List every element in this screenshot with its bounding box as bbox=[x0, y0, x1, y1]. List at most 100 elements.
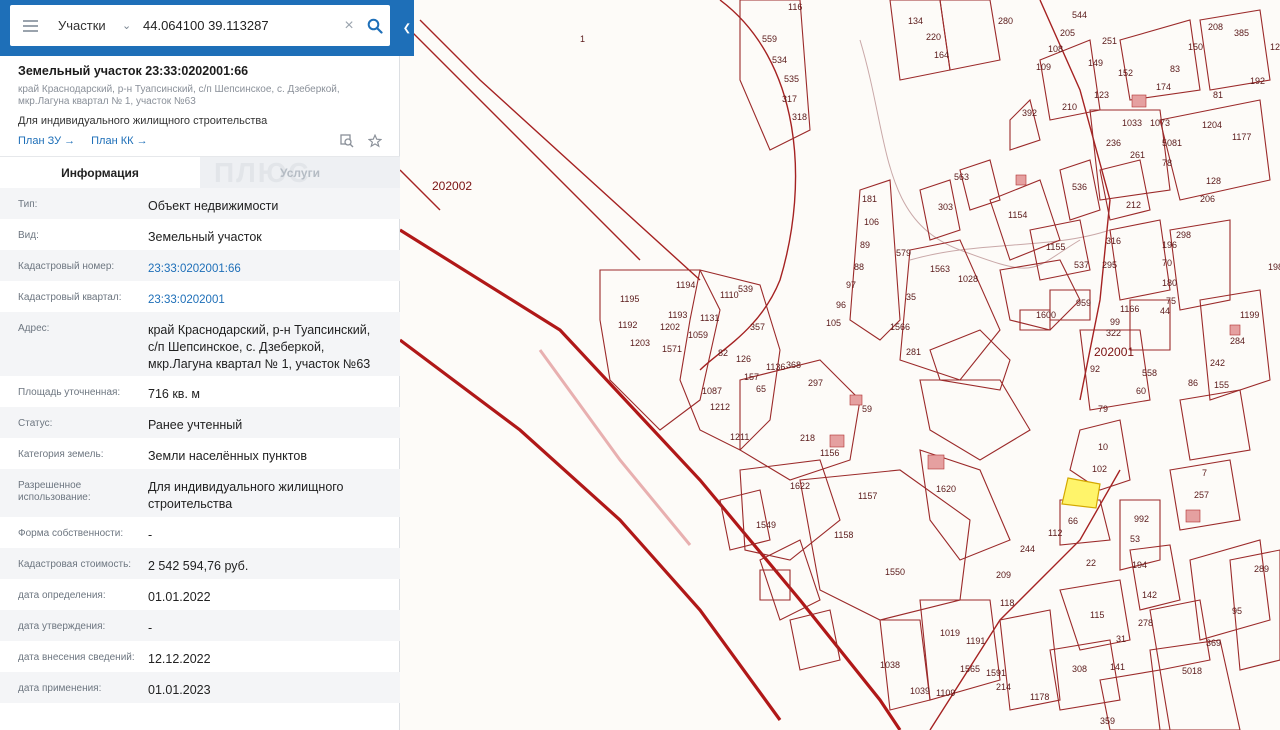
info-key: дата внесения сведений: bbox=[18, 652, 135, 663]
map-parcel[interactable] bbox=[919, 599, 1001, 701]
object-address-short: край Краснодарский, р-н Туапсинский, с/п… bbox=[18, 84, 340, 107]
parcel-label: 1156 bbox=[820, 448, 839, 458]
parcel-label: 212 bbox=[1126, 200, 1141, 210]
map-parcel[interactable] bbox=[959, 159, 1001, 211]
close-icon[interactable]: × bbox=[338, 17, 360, 35]
parcel-label: 109 bbox=[1036, 62, 1051, 72]
map-parcel[interactable] bbox=[899, 239, 1001, 381]
star-icon[interactable] bbox=[368, 134, 382, 148]
info-row: дата определения: 01.01.2022 bbox=[0, 579, 400, 610]
parcel-label: 208 bbox=[1208, 22, 1223, 32]
parcel-label: 244 bbox=[1020, 544, 1035, 554]
map-parcel[interactable] bbox=[1189, 539, 1271, 641]
parcel-label: 295 bbox=[1102, 260, 1117, 270]
map-parcel[interactable] bbox=[1109, 219, 1171, 301]
parcel-label: 1028 bbox=[958, 274, 978, 284]
parcel-label: 1566 bbox=[890, 322, 910, 332]
map-parcel[interactable] bbox=[929, 329, 1011, 391]
parcel-label: 126 bbox=[736, 354, 751, 364]
parcel-label: 992 bbox=[1134, 514, 1149, 524]
parcel-label: 218 bbox=[800, 433, 815, 443]
info-row: дата внесения сведений: 12.12.2022 bbox=[0, 641, 400, 672]
info-key: Адрес: bbox=[18, 323, 50, 334]
parcel-label: 35 bbox=[906, 292, 916, 302]
tabs: Информация ПЛЮС Услуги bbox=[0, 156, 400, 189]
info-key: Статус: bbox=[18, 418, 53, 429]
parcel-label: 1211 bbox=[730, 432, 749, 442]
info-value: 2 542 594,76 руб. bbox=[148, 559, 249, 573]
menu-icon[interactable] bbox=[10, 5, 50, 46]
map-parcel[interactable] bbox=[1129, 544, 1181, 611]
parcel-label: 1563 bbox=[930, 264, 950, 274]
parcel-label: 5018 bbox=[1182, 666, 1202, 676]
layer-select[interactable]: Участки bbox=[50, 18, 122, 33]
parcel-label: 359 bbox=[1100, 716, 1115, 726]
parcel-label: 537 bbox=[1074, 260, 1089, 270]
collapse-panel-button[interactable]: ❮ bbox=[400, 0, 414, 56]
parcel-label: 81 bbox=[1213, 90, 1223, 100]
info-table: Тип: Объект недвижимости Вид: Земельный уча… bbox=[0, 188, 400, 703]
map-building bbox=[849, 394, 863, 406]
highlighted-parcel[interactable] bbox=[1061, 477, 1101, 509]
parcel-label: 1571 bbox=[662, 344, 682, 354]
parcel-label: 534 bbox=[772, 55, 787, 65]
parcel-label: 78 bbox=[1162, 158, 1172, 168]
tab-information[interactable]: Информация bbox=[0, 157, 200, 189]
zoom-to-object-icon[interactable] bbox=[340, 134, 354, 148]
map-parcel[interactable] bbox=[1049, 639, 1121, 711]
info-value: 716 кв. м bbox=[148, 387, 200, 401]
info-key: Разрешенное использование: bbox=[18, 480, 91, 503]
search-input[interactable]: 44.064100 39.113287 bbox=[140, 18, 338, 33]
map-parcel[interactable] bbox=[739, 0, 811, 151]
parcel-label: 1110 bbox=[720, 290, 739, 300]
map-parcel[interactable] bbox=[1179, 389, 1251, 461]
parcel-label: 164 bbox=[934, 50, 949, 60]
parcel-label: 105 bbox=[826, 318, 841, 328]
parcel-label: 5081 bbox=[1162, 138, 1182, 148]
parcel-label: 1203 bbox=[630, 338, 650, 348]
parcel-label: 558 bbox=[1142, 368, 1157, 378]
object-use: Для индивидуального жилищного строительс… bbox=[18, 115, 268, 127]
parcel-label: 251 bbox=[1102, 36, 1117, 46]
parcel-label: 1039 bbox=[910, 686, 930, 696]
parcel-label: 1059 bbox=[688, 330, 708, 340]
search-button[interactable] bbox=[360, 5, 390, 46]
parcel-label: 102 bbox=[1092, 464, 1107, 474]
map-parcel[interactable] bbox=[919, 379, 1031, 461]
map-parcel[interactable] bbox=[599, 269, 721, 431]
parcel-label: 1087 bbox=[702, 386, 722, 396]
parcel-label: 194 bbox=[1132, 560, 1147, 570]
parcel-label: 1620 bbox=[936, 484, 956, 494]
map-building bbox=[1131, 94, 1147, 108]
info-value: Объект недвижимости bbox=[148, 199, 279, 213]
map-parcel[interactable] bbox=[849, 179, 901, 341]
parcel-label: 544 bbox=[1072, 10, 1087, 20]
plan-zu-link[interactable]: План ЗУ → bbox=[18, 135, 75, 147]
parcel-label: 99 bbox=[1110, 317, 1120, 327]
info-value-link[interactable]: 23:33:0202001:66 bbox=[148, 250, 382, 278]
info-key: Площадь уточненная: bbox=[18, 387, 121, 398]
plan-kk-link[interactable]: План КК → bbox=[91, 135, 147, 147]
parcel-label: 209 bbox=[996, 570, 1011, 580]
parcel-label: 298 bbox=[1176, 230, 1191, 240]
map-building bbox=[829, 434, 845, 448]
parcel-label: 206 bbox=[1200, 194, 1215, 204]
parcel-label: 1136 bbox=[766, 362, 785, 372]
parcel-label: 75 bbox=[1166, 296, 1176, 306]
parcel-label: 1033 bbox=[1122, 118, 1142, 128]
map-parcel[interactable] bbox=[1149, 599, 1211, 671]
quarter-label: 202001 bbox=[1094, 345, 1134, 359]
map-building bbox=[1015, 174, 1027, 186]
parcel-label: 157 bbox=[744, 372, 759, 382]
info-value: Земельный участок bbox=[148, 230, 262, 244]
map-trail bbox=[909, 229, 1111, 261]
tab-services[interactable]: ПЛЮС Услуги bbox=[200, 157, 400, 189]
parcel-label: 86 bbox=[1188, 378, 1198, 388]
info-value-link[interactable]: 23:33:0202001 bbox=[148, 281, 382, 309]
chevron-down-icon[interactable]: ⌄ bbox=[122, 19, 140, 32]
parcel-label: 1194 bbox=[676, 280, 695, 290]
info-key: Тип: bbox=[18, 199, 38, 210]
parcel-label: 261 bbox=[1130, 150, 1145, 160]
parcel-label: 1131 bbox=[700, 313, 719, 323]
map-parcel[interactable] bbox=[1149, 639, 1241, 730]
